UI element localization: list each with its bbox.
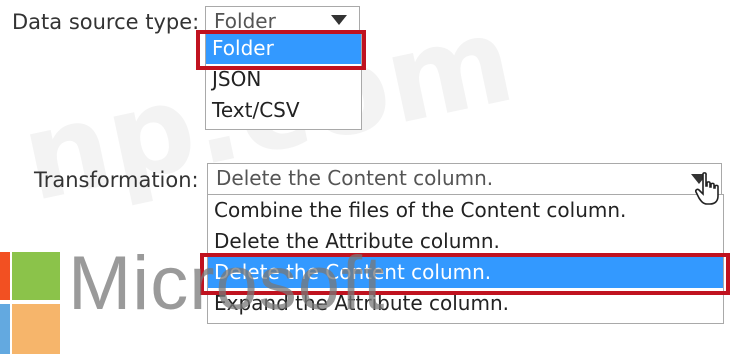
hand-cursor-icon	[695, 172, 719, 205]
data-source-option-json[interactable]: JSON	[206, 64, 361, 95]
transformation-selected-value: Delete the Content column.	[216, 166, 494, 190]
logo-square-orange	[12, 304, 60, 354]
logo-square-blue	[0, 304, 10, 354]
logo-square-red	[0, 252, 10, 300]
transformation-option-expand-attribute[interactable]: Expand the Attribute column.	[208, 288, 723, 319]
microsoft-logo-icon	[0, 252, 60, 354]
transformation-option-delete-content[interactable]: Delete the Content column.	[208, 257, 723, 288]
data-source-option-text-csv[interactable]: Text/CSV	[206, 95, 361, 126]
transformation-option-combine-files[interactable]: Combine the files of the Content column.	[208, 195, 723, 226]
data-source-type-selected-value: Folder	[214, 9, 276, 33]
transformation-dropdown[interactable]: Delete the Content column.	[207, 163, 722, 196]
data-source-type-options-list: Folder JSON Text/CSV	[205, 32, 362, 130]
logo-square-green	[12, 252, 60, 300]
exam-question-screenshot: np.com Data source type: Folder Folder J…	[0, 0, 733, 354]
data-source-option-folder[interactable]: Folder	[206, 33, 361, 64]
data-source-type-label: Data source type:	[12, 10, 200, 34]
transformation-option-delete-attribute[interactable]: Delete the Attribute column.	[208, 226, 723, 257]
chevron-down-icon[interactable]	[331, 15, 347, 25]
transformation-options-list: Combine the files of the Content column.…	[207, 194, 724, 324]
transformation-label: Transformation:	[34, 168, 199, 192]
